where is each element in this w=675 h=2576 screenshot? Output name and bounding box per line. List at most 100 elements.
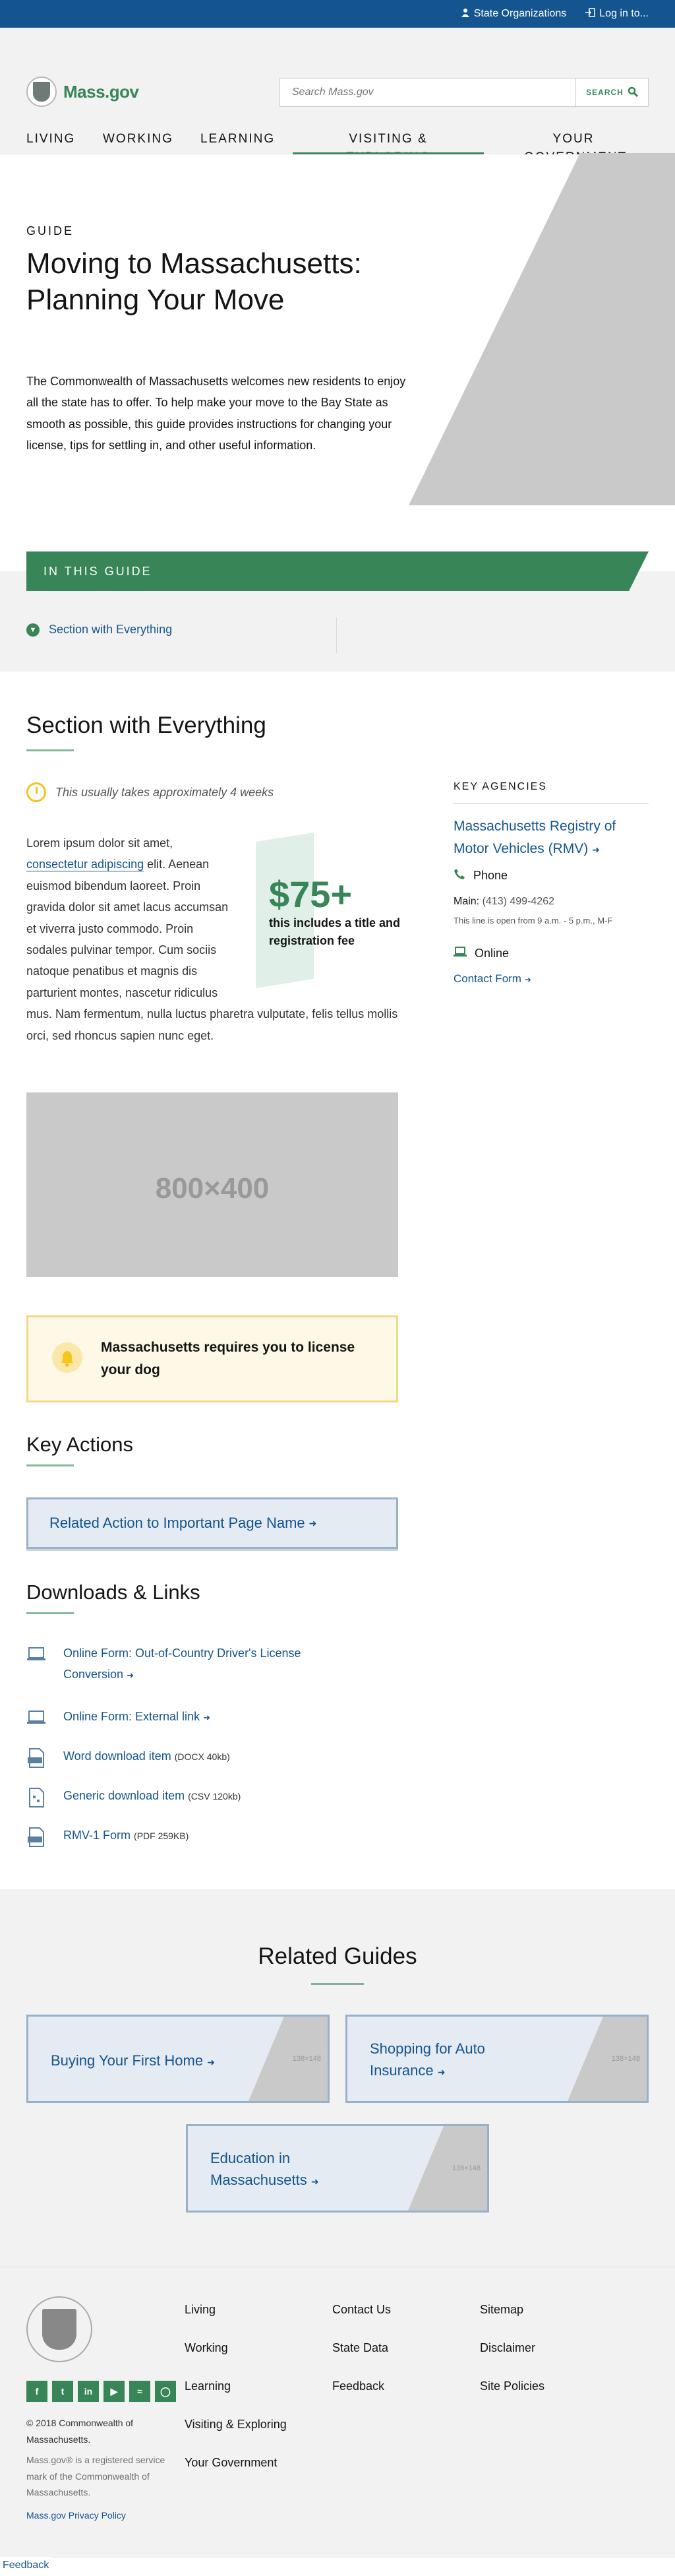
nav-working[interactable]: WORKING <box>103 130 173 148</box>
related-guide-label: Buying Your First Home <box>51 2052 204 2069</box>
section-image: 800×400 <box>26 1092 398 1280</box>
state-organizations-label: State Organizations <box>473 8 567 19</box>
related-guide-card[interactable]: Education in Massachusetts ➜ 138×148 <box>186 2124 489 2213</box>
docx-file-icon <box>26 1748 46 1768</box>
logo-text: Mass.gov <box>63 81 139 102</box>
related-image-label: 138×148 <box>292 2055 321 2063</box>
copyright: © 2018 Commonwealth of Massachusetts. <box>26 2418 134 2445</box>
key-action-label: Related Action to Important Page Name <box>49 1515 305 1531</box>
related-guide-card[interactable]: Buying Your First Home ➜ 138×148 <box>26 2015 330 2103</box>
related-guide-image: 138×148 <box>408 2126 487 2211</box>
phone-icon <box>454 868 465 883</box>
download-label: Generic download item <box>63 1789 185 1802</box>
download-meta: (CSV 120kb) <box>188 1791 241 1802</box>
related-guide-label: Education in Massachusetts <box>210 2150 307 2188</box>
youtube-icon[interactable]: ▶ <box>103 2381 125 2402</box>
body-text-start: Lorem ipsum dolor sit amet, <box>26 836 173 850</box>
phone-hours: This line is open from 9 a.m. - 5 p.m., … <box>454 916 613 926</box>
related-guides-title: Related Guides <box>258 1943 417 1969</box>
body-inline-link[interactable]: consectetur adipiscing <box>26 858 144 872</box>
social-links: f t in ▶ ≈ ◯ <box>26 2381 176 2402</box>
related-underline <box>311 1983 364 1985</box>
search-button[interactable]: SEARCH <box>575 79 648 106</box>
privacy-policy-link[interactable]: Mass.gov Privacy Policy <box>26 2510 126 2521</box>
online-heading: Online <box>454 946 509 961</box>
phone-heading: Phone <box>454 868 508 883</box>
arrow-right-icon: ➜ <box>310 2176 319 2187</box>
state-organizations-link[interactable]: State Organizations <box>461 8 567 20</box>
pdf-file-icon <box>26 1827 46 1847</box>
linkedin-icon[interactable]: in <box>78 2381 99 2402</box>
arrow-right-icon: ➜ <box>308 1517 317 1528</box>
footer-link-sitemap[interactable]: Sitemap <box>480 2303 523 2317</box>
rss-icon[interactable]: ≈ <box>129 2381 150 2402</box>
download-label: Word download item <box>63 1749 171 1763</box>
search-form: SEARCH <box>279 78 649 107</box>
download-item[interactable]: Online Form: External link ➜ <box>26 1706 210 1727</box>
in-guide-header: IN THIS GUIDE <box>26 551 649 591</box>
phone-label: Phone <box>473 869 508 882</box>
arrow-right-icon: ➜ <box>437 2067 446 2077</box>
facebook-icon[interactable]: f <box>26 2381 47 2402</box>
main-phone: Main: (413) 499-4262 <box>454 896 554 908</box>
in-guide-item[interactable]: ▼ Section with Everything <box>26 623 172 637</box>
laptop-icon <box>454 946 467 961</box>
in-guide-label: IN THIS GUIDE <box>44 565 152 578</box>
page-title: Moving to Massachusetts: Planning Your M… <box>26 247 362 316</box>
section-body: $75+ this includes a title and registrat… <box>26 832 402 1046</box>
building-icon <box>461 8 470 20</box>
nav-learning[interactable]: LEARNING <box>200 130 275 148</box>
footer-link-visiting[interactable]: Visiting & Exploring <box>185 2418 287 2432</box>
search-button-label: SEARCH <box>586 88 624 97</box>
footer-link-contact[interactable]: Contact Us <box>332 2303 391 2317</box>
download-label: Online Form: Out-of-Country Driver's Lic… <box>63 1647 301 1681</box>
footer-link-learning[interactable]: Learning <box>185 2379 231 2393</box>
login-label: Log in to... <box>599 8 649 19</box>
login-link[interactable]: Log in to... <box>585 7 649 20</box>
related-guide-card[interactable]: Shopping for Auto Insurance ➜ 138×148 <box>345 2015 649 2103</box>
guide-divider <box>336 617 337 653</box>
feedback-tab[interactable]: Feedback <box>0 2557 52 2574</box>
downloads-underline <box>26 1612 74 1614</box>
download-item[interactable]: RMV-1 Form (PDF 259KB) <box>26 1825 189 1847</box>
download-meta: (PDF 259KB) <box>134 1831 189 1841</box>
footer-link-government[interactable]: Your Government <box>185 2456 277 2470</box>
section-title-underline <box>26 749 74 751</box>
alert-text: Massachusetts requires you to license yo… <box>101 1340 355 1377</box>
footer-link-disclaimer[interactable]: Disclaimer <box>480 2341 535 2355</box>
key-actions-underline <box>26 1464 74 1466</box>
cost-callout: $75+ this includes a title and registrat… <box>249 832 402 988</box>
key-action-button[interactable]: Related Action to Important Page Name ➜ <box>26 1497 398 1549</box>
download-item[interactable]: Online Form: Out-of-Country Driver's Lic… <box>26 1643 369 1685</box>
page-type-label: GUIDE <box>26 224 74 237</box>
nav-living[interactable]: LIVING <box>26 130 75 148</box>
in-guide-item-label: Section with Everything <box>49 623 173 636</box>
seal-icon <box>26 77 57 107</box>
related-guides: Related Guides Buying Your First Home ➜ … <box>0 1889 675 2267</box>
agency-link[interactable]: Massachusetts Registry of Motor Vehicles… <box>454 815 649 860</box>
timing-note: This usually takes approximately 4 weeks <box>26 782 274 802</box>
contact-form-link[interactable]: Contact Form ➜ <box>454 972 531 986</box>
footer-link-living[interactable]: Living <box>185 2303 216 2317</box>
seal-icon <box>26 2296 92 2362</box>
online-label: Online <box>475 947 510 960</box>
footer-link-working[interactable]: Working <box>185 2341 228 2355</box>
arrow-right-icon: ➜ <box>203 1712 210 1722</box>
download-item[interactable]: Word download item (DOCX 40kb) <box>26 1745 230 1768</box>
main-phone-number[interactable]: (413) 499-4262 <box>483 896 554 907</box>
instagram-icon[interactable]: ◯ <box>155 2381 176 2402</box>
clock-icon <box>26 782 46 802</box>
site-logo[interactable]: Mass.gov <box>26 77 139 107</box>
timing-text: This usually takes approximately 4 weeks <box>55 785 274 799</box>
download-item[interactable]: Generic download item (CSV 120kb) <box>26 1785 241 1807</box>
related-guide-image: 138×148 <box>249 2017 328 2101</box>
footer-link-state-data[interactable]: State Data <box>332 2341 388 2355</box>
laptop-icon <box>26 1709 46 1727</box>
related-guide-label: Shopping for Auto Insurance <box>370 2040 485 2079</box>
twitter-icon[interactable]: t <box>52 2381 73 2402</box>
footer-link-feedback[interactable]: Feedback <box>332 2379 384 2393</box>
search-input[interactable] <box>280 79 575 106</box>
arrow-right-icon: ➜ <box>127 1670 134 1681</box>
footer-link-site-policies[interactable]: Site Policies <box>480 2379 544 2393</box>
downloads-title: Downloads & Links <box>26 1581 200 1604</box>
